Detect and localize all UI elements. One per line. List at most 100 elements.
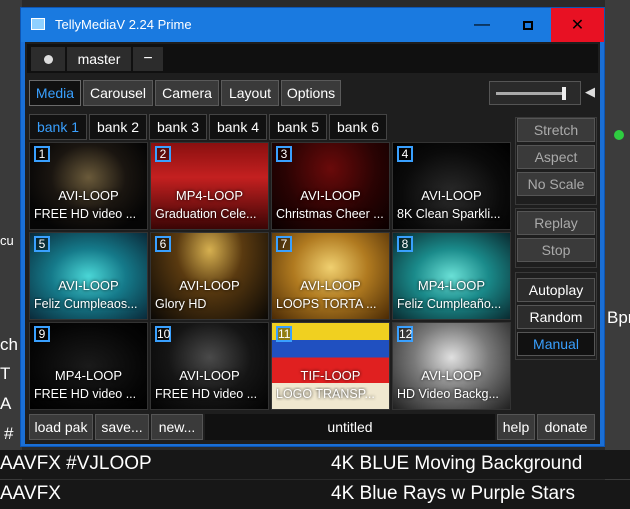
cell-name: FREE HD video ...: [155, 387, 258, 401]
new-button[interactable]: new...: [151, 414, 203, 440]
list-item-left: AAVFX: [0, 483, 61, 504]
background-right-panel: [605, 0, 630, 509]
tab-carousel[interactable]: Carousel: [83, 80, 153, 106]
autoplay-button[interactable]: Autoplay: [517, 278, 595, 302]
maximize-icon: [523, 20, 533, 30]
background-fragment: ch: [0, 335, 18, 354]
speaker-icon[interactable]: ◀: [585, 84, 597, 102]
cell-number: 1: [34, 146, 50, 162]
cell-number: 10: [155, 326, 171, 342]
cell-type: AVI-LOOP: [421, 188, 482, 203]
cell-name: Feliz Cumpleaos...: [34, 297, 138, 311]
bank-tab-3[interactable]: bank 3: [149, 114, 207, 140]
top-toolbar: master −: [27, 44, 598, 73]
cell-type: AVI-LOOP: [179, 368, 240, 383]
background-fragment: T: [0, 364, 11, 383]
random-button[interactable]: Random: [517, 305, 595, 329]
save-button[interactable]: save...: [95, 414, 149, 440]
media-cell[interactable]: 6 AVI-LOOP Glory HD: [150, 232, 269, 320]
master-button[interactable]: master: [67, 47, 131, 71]
bank-tab-6[interactable]: bank 6: [329, 114, 387, 140]
app-window: TellyMediaV 2.24 Prime — ✕ master − Medi…: [20, 7, 605, 447]
media-cell[interactable]: 3 AVI-LOOP Christmas Cheer ...: [271, 142, 390, 230]
minus-button[interactable]: −: [133, 47, 163, 71]
cell-name: HD Video Backg...: [397, 387, 499, 401]
cell-name: Graduation Cele...: [155, 207, 257, 221]
app-icon: [31, 18, 45, 30]
cell-name: 8K Clean Sparkli...: [397, 207, 501, 221]
circle-icon: [43, 54, 53, 64]
media-cell[interactable]: 8 MP4-LOOP Feliz Cumpleaño...: [392, 232, 511, 320]
list-item-left: AAVFX #VJLOOP: [0, 453, 152, 474]
media-cell[interactable]: 9 MP4-LOOP FREE HD video ...: [29, 322, 148, 410]
cell-name: Glory HD: [155, 297, 207, 311]
cell-number: 11: [276, 326, 292, 342]
load-pak-button[interactable]: load pak: [29, 414, 93, 440]
media-cell[interactable]: 11 TIF-LOOP LOGO TRANSP...: [271, 322, 390, 410]
file-name-label: untitled: [205, 414, 495, 440]
bank-tab-1[interactable]: bank 1: [29, 114, 87, 140]
tab-options[interactable]: Options: [281, 80, 341, 106]
cell-type: AVI-LOOP: [300, 188, 361, 203]
volume-slider[interactable]: [489, 81, 581, 105]
media-cell[interactable]: 10 AVI-LOOP FREE HD video ...: [150, 322, 269, 410]
media-grid: 1 AVI-LOOP FREE HD video ... 2 MP4-LOOP …: [27, 142, 513, 412]
cell-name: LOOPS TORTA ...: [276, 297, 377, 311]
cell-type: AVI-LOOP: [58, 278, 119, 293]
cell-type: MP4-LOOP: [417, 278, 486, 293]
media-cell[interactable]: 1 AVI-LOOP FREE HD video ...: [29, 142, 148, 230]
donate-button[interactable]: donate: [537, 414, 595, 440]
media-cell[interactable]: 12 AVI-LOOP HD Video Backg...: [392, 322, 511, 410]
list-item-right: 4K Blue Rays w Purple Stars: [331, 483, 575, 504]
cell-number: 5: [34, 236, 50, 252]
cell-number: 8: [397, 236, 413, 252]
close-icon: ✕: [570, 17, 585, 34]
close-button[interactable]: ✕: [551, 8, 604, 42]
window-title: TellyMediaV 2.24 Prime: [55, 17, 192, 32]
volume-thumb[interactable]: [562, 87, 566, 100]
cell-number: 4: [397, 146, 413, 162]
cell-type: MP4-LOOP: [175, 188, 244, 203]
bank-bar: bank 1 bank 2 bank 3 bank 4 bank 5 bank …: [27, 114, 517, 140]
help-button[interactable]: help: [497, 414, 535, 440]
stretch-button[interactable]: Stretch: [517, 118, 595, 142]
no-scale-button[interactable]: No Scale: [517, 172, 595, 196]
tab-media[interactable]: Media: [29, 80, 81, 106]
cell-type: MP4-LOOP: [54, 368, 123, 383]
cell-name: Christmas Cheer ...: [276, 207, 384, 221]
background-fragment: cu: [0, 233, 14, 248]
replay-button[interactable]: Replay: [517, 211, 595, 235]
record-button[interactable]: [31, 47, 65, 71]
background-list-row[interactable]: AAVFX 4K Blue Rays w Purple Stars: [0, 480, 630, 509]
minimize-button[interactable]: —: [459, 8, 505, 42]
cell-type: AVI-LOOP: [300, 278, 361, 293]
media-cell[interactable]: 7 AVI-LOOP LOOPS TORTA ...: [271, 232, 390, 320]
cell-type: TIF-LOOP: [300, 368, 361, 383]
background-fragment: A: [0, 394, 12, 413]
manual-button[interactable]: Manual: [517, 332, 595, 356]
cell-number: 7: [276, 236, 292, 252]
stop-button[interactable]: Stop: [517, 238, 595, 262]
media-cell[interactable]: 2 MP4-LOOP Graduation Cele...: [150, 142, 269, 230]
volume-track: [496, 92, 562, 95]
cell-number: 2: [155, 146, 171, 162]
cell-number: 3: [276, 146, 292, 162]
bank-tab-2[interactable]: bank 2: [89, 114, 147, 140]
bank-tab-5[interactable]: bank 5: [269, 114, 327, 140]
bank-tab-4[interactable]: bank 4: [209, 114, 267, 140]
cell-number: 9: [34, 326, 50, 342]
tab-camera[interactable]: Camera: [155, 80, 219, 106]
title-bar[interactable]: TellyMediaV 2.24 Prime — ✕: [21, 8, 604, 42]
cell-type: AVI-LOOP: [58, 188, 119, 203]
tab-bar: Media Carousel Camera Layout Options ◀: [27, 80, 598, 108]
tab-layout[interactable]: Layout: [221, 80, 279, 106]
minimize-icon: —: [474, 16, 490, 33]
media-cell[interactable]: 5 AVI-LOOP Feliz Cumpleaos...: [29, 232, 148, 320]
background-list-row[interactable]: AAVFX #VJLOOP 4K BLUE Moving Background: [0, 450, 630, 479]
background-fragment: Bpr: [607, 308, 630, 327]
cell-name: Feliz Cumpleaño...: [397, 297, 502, 311]
aspect-button[interactable]: Aspect: [517, 145, 595, 169]
media-cell[interactable]: 4 AVI-LOOP 8K Clean Sparkli...: [392, 142, 511, 230]
cell-number: 6: [155, 236, 171, 252]
maximize-button[interactable]: [505, 8, 551, 42]
